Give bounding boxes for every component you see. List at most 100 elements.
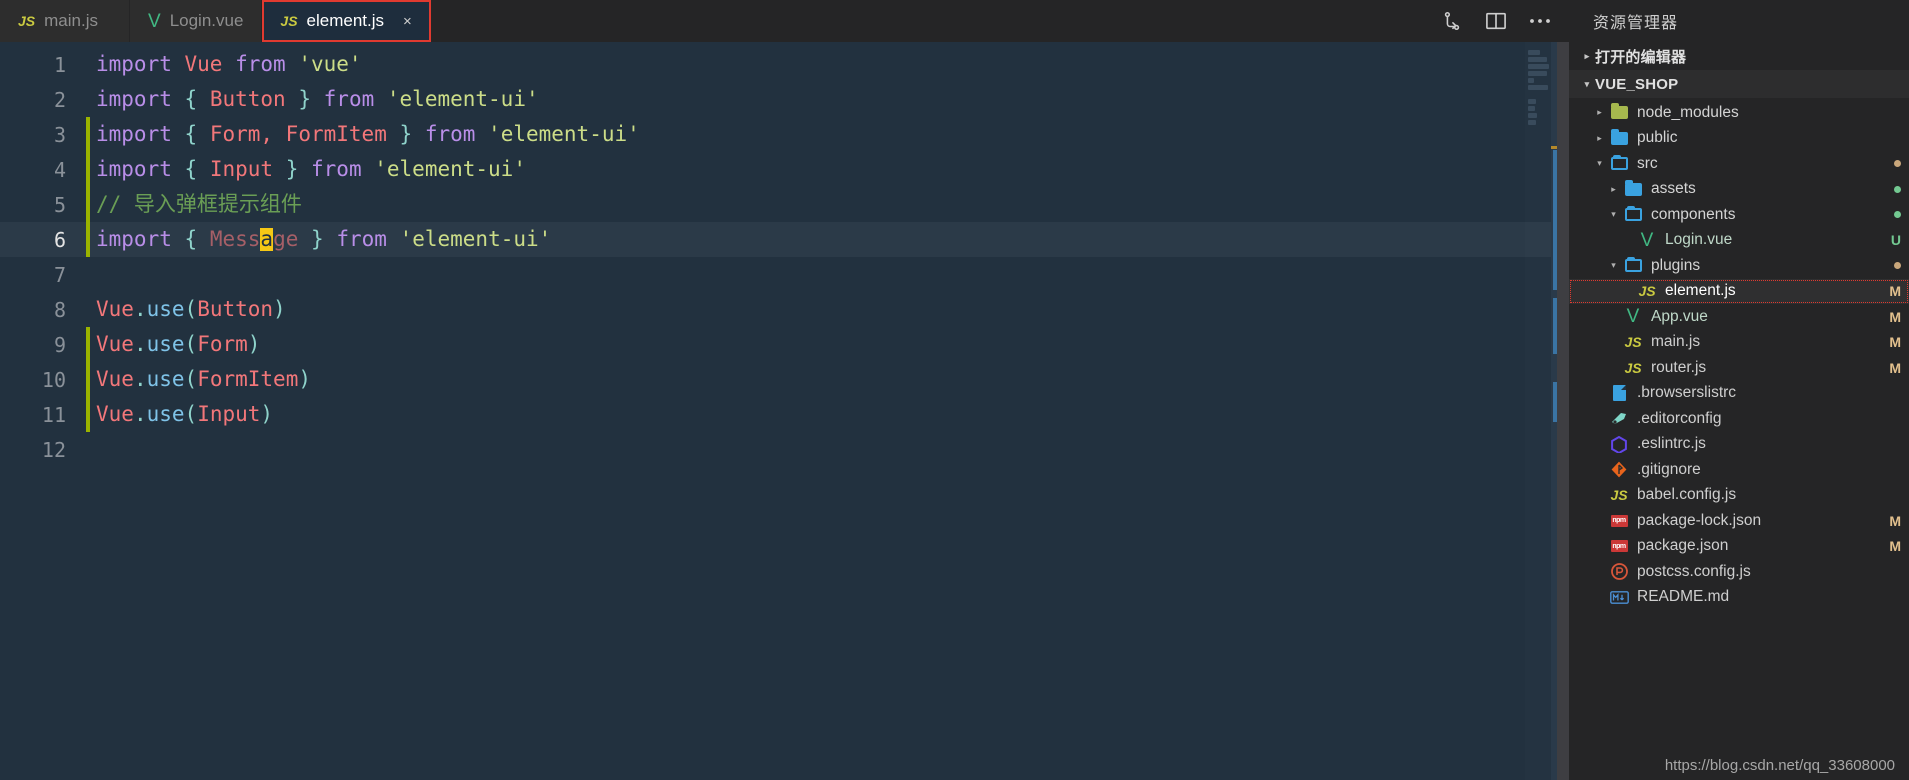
line-number: 4: [53, 157, 66, 182]
git-change-marker: [86, 222, 90, 257]
code-line[interactable]: 3 import { Form, FormItem } from 'element…: [0, 117, 1569, 152]
code-editor[interactable]: 1 import Vue from 'vue' 2 import { Button }…: [0, 42, 1569, 780]
split-editor-icon[interactable]: [1485, 11, 1507, 31]
line-number: 10: [41, 367, 66, 392]
line-number: 1: [53, 52, 66, 77]
eslint-icon: [1608, 435, 1630, 453]
tree-item-.editorconfig[interactable]: .editorconfig: [1569, 406, 1909, 432]
split-source-control-icon[interactable]: [1441, 10, 1463, 32]
code-token: {: [184, 157, 198, 181]
chevron-down-icon[interactable]: ▾: [1591, 158, 1608, 169]
editor-tab-element-js[interactable]: JS element.js ×: [262, 0, 431, 42]
config-doc-icon: [1608, 385, 1630, 402]
tree-item-babel.config.js[interactable]: JS babel.config.js: [1569, 483, 1909, 509]
js-file-icon: JS: [280, 13, 298, 29]
tree-item-label: README.md: [1637, 588, 1730, 606]
tree-item-.browserslistrc[interactable]: .browserslistrc: [1569, 381, 1909, 407]
code-lines: 1 import Vue from 'vue' 2 import { Button }…: [0, 42, 1569, 467]
folder-icon: [1608, 128, 1630, 145]
tree-item-public[interactable]: ▸ public: [1569, 126, 1909, 152]
explorer-scroll-rail[interactable]: [1557, 42, 1569, 780]
tree-item-node_modules[interactable]: ▸ node_modules: [1569, 100, 1909, 126]
tree-item-plugins[interactable]: ▾ plugins: [1569, 253, 1909, 279]
tree-item-label: .gitignore: [1637, 460, 1701, 478]
code-token: use: [146, 332, 185, 356]
section-open-editors[interactable]: ▸ 打开的编辑器: [1569, 42, 1909, 70]
code-token: .: [133, 297, 147, 321]
minimap-line: [1528, 50, 1540, 55]
tree-item-postcss.config.js[interactable]: postcss.config.js: [1569, 559, 1909, 585]
line-number: 5: [53, 192, 66, 217]
minimap-line: [1528, 64, 1549, 69]
code-text: Vue.use(Button): [80, 299, 286, 320]
editor-tab-login-vue[interactable]: V Login.vue: [130, 0, 263, 42]
chevron-down-icon[interactable]: ▾: [1605, 209, 1622, 220]
status-badge: M: [1889, 359, 1901, 376]
line-number: 2: [53, 87, 66, 112]
tree-item-label: node_modules: [1637, 103, 1739, 121]
tree-item-.eslintrc.js[interactable]: .eslintrc.js: [1569, 432, 1909, 458]
code-line[interactable]: 5 // 导入弹框提示组件: [0, 187, 1569, 222]
section-project-root[interactable]: ▾ VUE_SHOP: [1569, 70, 1909, 98]
code-token: 'vue': [298, 52, 362, 76]
tree-item-label: package-lock.json: [1637, 511, 1762, 529]
code-line[interactable]: 6 import { Message } from 'element-ui': [0, 222, 1569, 257]
tree-item-label: .editorconfig: [1637, 409, 1722, 427]
npm-icon: npm: [1608, 514, 1630, 527]
tree-item-package-lock.json[interactable]: npm package-lock.json M: [1569, 508, 1909, 534]
code-line[interactable]: 12: [0, 432, 1569, 467]
tree-item-assets[interactable]: ▸ assets: [1569, 177, 1909, 203]
tree-item-readme.md[interactable]: README.md: [1569, 585, 1909, 611]
code-token: Input: [197, 402, 261, 426]
markdown-icon: [1608, 590, 1630, 604]
tree-item-package.json[interactable]: npm package.json M: [1569, 534, 1909, 560]
code-token: .: [133, 332, 147, 356]
line-number: 6: [53, 227, 66, 252]
tab-label: main.js: [44, 11, 98, 30]
git-change-marker: [86, 362, 90, 397]
code-line[interactable]: 10 Vue.use(FormItem): [0, 362, 1569, 397]
editor-minimap[interactable]: [1525, 42, 1551, 780]
code-line[interactable]: 8 Vue.use(Button): [0, 292, 1569, 327]
tree-item-.gitignore[interactable]: .gitignore: [1569, 457, 1909, 483]
chevron-right-icon[interactable]: ▸: [1591, 133, 1608, 144]
code-line[interactable]: 1 import Vue from 'vue': [0, 47, 1569, 82]
tree-item-label: element.js: [1665, 282, 1736, 300]
code-line[interactable]: 4 import { Input } from 'element-ui': [0, 152, 1569, 187]
code-token: (: [184, 402, 198, 426]
workbench-body: 1 import Vue from 'vue' 2 import { Button }…: [0, 42, 1909, 780]
tree-item-app.vue[interactable]: V App.vue M: [1569, 304, 1909, 330]
status-badge: M: [1889, 512, 1901, 529]
chevron-right-icon[interactable]: ▸: [1605, 184, 1622, 195]
tree-item-element.js[interactable]: JS element.js M: [1569, 278, 1909, 304]
chevron-down-icon[interactable]: ▾: [1605, 260, 1622, 271]
code-token: (: [184, 297, 198, 321]
more-actions-icon[interactable]: [1529, 17, 1551, 25]
code-line[interactable]: 9 Vue.use(Form): [0, 327, 1569, 362]
chevron-right-icon[interactable]: ▸: [1591, 107, 1608, 118]
code-line[interactable]: 7: [0, 257, 1569, 292]
close-icon[interactable]: ×: [403, 14, 412, 29]
text-cursor: a: [260, 227, 274, 251]
line-number: 12: [41, 437, 66, 462]
status-badge: M: [1889, 283, 1901, 300]
git-change-marker: [86, 152, 90, 187]
tree-item-main.js[interactable]: JS main.js M: [1569, 330, 1909, 356]
status-dot: [1894, 160, 1901, 168]
code-token: use: [146, 297, 185, 321]
code-token: from: [323, 87, 375, 111]
code-token: }: [298, 87, 311, 111]
tree-item-components[interactable]: ▾ components: [1569, 202, 1909, 228]
vue-file-icon: V: [148, 10, 161, 32]
tree-item-router.js[interactable]: JS router.js M: [1569, 355, 1909, 381]
code-line[interactable]: 11 Vue.use(Input): [0, 397, 1569, 432]
git-icon: [1608, 461, 1630, 478]
tree-item-src[interactable]: ▾ src: [1569, 151, 1909, 177]
editor-tab-main-js[interactable]: JS main.js: [0, 0, 130, 42]
tree-item-login.vue[interactable]: V Login.vue U: [1569, 228, 1909, 254]
code-line[interactable]: 2 import { Button } from 'element-ui': [0, 82, 1569, 117]
